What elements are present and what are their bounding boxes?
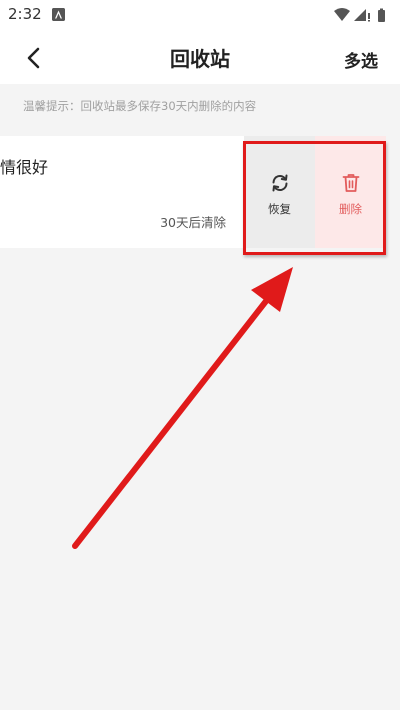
battery-icon <box>378 8 385 22</box>
restore-button[interactable]: 恢复 <box>244 136 315 248</box>
wifi-icon <box>334 8 350 21</box>
list-item[interactable]: 情很好 30天后清除 <box>0 136 244 248</box>
recycle-bin-screen: 2:32 回收站 多选 温馨提示：回收站最多保存30天内删除的内容 情很好 30… <box>0 0 400 710</box>
signal-icon <box>354 9 370 22</box>
status-time: 2:32 <box>8 5 42 23</box>
delete-label: 删除 <box>339 202 362 216</box>
multi-select-button[interactable]: 多选 <box>344 47 378 72</box>
status-bar: 2:32 <box>0 0 400 30</box>
app-bar: 回收站 多选 <box>0 30 400 84</box>
a-badge-icon <box>52 8 65 21</box>
retention-tip: 温馨提示：回收站最多保存30天内删除的内容 <box>23 99 257 113</box>
item-expire-text: 30天后清除 <box>160 215 226 230</box>
refresh-icon <box>271 174 288 192</box>
restore-label: 恢复 <box>268 202 291 216</box>
status-icons <box>332 7 392 23</box>
trash-icon <box>342 174 359 192</box>
delete-button[interactable]: 删除 <box>315 136 386 248</box>
page-title: 回收站 <box>170 47 230 71</box>
item-title: 情很好 <box>0 158 49 177</box>
